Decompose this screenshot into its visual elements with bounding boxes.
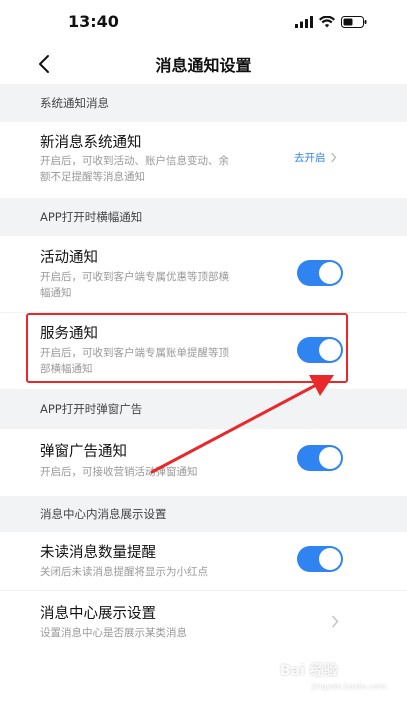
- watermark-brand: Bai 经验: [280, 663, 338, 679]
- annotation-arrow-icon: [150, 375, 334, 474]
- watermark-sub: jingyan.baidu.com: [312, 682, 386, 691]
